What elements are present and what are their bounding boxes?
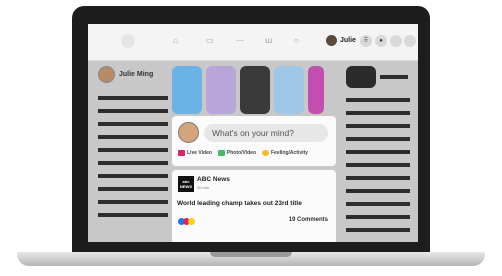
avatar: [98, 66, 115, 83]
sponsored-line: [380, 75, 408, 79]
search-icon[interactable]: [121, 34, 135, 48]
messenger-icon[interactable]: ●: [375, 35, 387, 47]
home-icon[interactable]: ⌂: [173, 36, 178, 46]
sidebar-item[interactable]: [98, 122, 168, 126]
story-tree-landscape[interactable]: [274, 66, 304, 114]
contact-item[interactable]: [346, 228, 410, 232]
live-video-button[interactable]: Live Video: [178, 150, 212, 156]
sponsored-thumbnail[interactable]: [346, 66, 376, 88]
sidebar-item[interactable]: [98, 161, 168, 165]
photo-video-icon: [217, 150, 225, 156]
post-source[interactable]: ABC News: [197, 176, 230, 183]
contact-item[interactable]: [346, 215, 410, 219]
comments-count[interactable]: 19 Comments: [289, 217, 328, 223]
account-icon[interactable]: [404, 35, 416, 47]
stories-row: [172, 66, 324, 114]
post-headline[interactable]: World leading champ takes out 23rd title: [177, 200, 302, 207]
app-screen: ⌂ ▭ ⋯ ꟺ ○ Julie ⠿ ● Julie Ming What's on…: [88, 24, 418, 242]
watch-icon[interactable]: ▭: [206, 36, 214, 46]
reaction-icons[interactable]: [178, 218, 195, 225]
contact-item[interactable]: [346, 202, 410, 206]
story-woman-purple[interactable]: [206, 66, 236, 114]
story-dog-blue[interactable]: [172, 66, 202, 114]
sidebar-item[interactable]: [98, 187, 168, 191]
marketplace-icon[interactable]: ⋯: [236, 36, 244, 46]
gaming-icon[interactable]: ○: [294, 36, 299, 46]
sidebar-item[interactable]: [98, 200, 168, 204]
sidebar-item[interactable]: [98, 96, 168, 100]
contact-item[interactable]: [346, 98, 410, 102]
live-video-icon: [178, 150, 185, 156]
top-navbar: ⌂ ▭ ⋯ ꟺ ○ Julie ⠿ ●: [88, 24, 418, 61]
profile-chip[interactable]: Julie: [326, 35, 356, 46]
contact-item[interactable]: [346, 137, 410, 141]
groups-icon[interactable]: ꟺ: [265, 36, 272, 46]
profile-name: Julie Ming: [119, 71, 154, 78]
composer: What's on your mind? Live Video Photo/Vi…: [172, 116, 336, 166]
photo-video-button[interactable]: Photo/Video: [217, 150, 256, 156]
laptop-notch: [210, 252, 292, 257]
haha-icon: [188, 218, 195, 225]
avatar: [178, 122, 199, 143]
sidebar-item[interactable]: [98, 148, 168, 152]
feeling-activity-icon: [262, 150, 269, 156]
contact-item[interactable]: [346, 163, 410, 167]
notifications-icon[interactable]: [390, 35, 402, 47]
status-input[interactable]: What's on your mind?: [204, 124, 328, 142]
abc-news-logo[interactable]: abc NEWS: [178, 176, 194, 192]
contact-item[interactable]: [346, 189, 410, 193]
sidebar-item[interactable]: [98, 174, 168, 178]
feeling-activity-button[interactable]: Feeling/Activity: [262, 150, 308, 156]
post-time: 20 min: [197, 185, 210, 190]
left-sidebar: Julie Ming: [98, 66, 168, 226]
contact-item[interactable]: [346, 111, 410, 115]
sidebar-item[interactable]: [98, 135, 168, 139]
story-flowers-pink[interactable]: [308, 66, 324, 114]
sidebar-item[interactable]: [98, 213, 168, 217]
sidebar-item[interactable]: [98, 109, 168, 113]
contact-item[interactable]: [346, 176, 410, 180]
avatar: [326, 35, 337, 46]
user-name: Julie: [340, 37, 356, 44]
sidebar-profile[interactable]: Julie Ming: [98, 66, 168, 83]
story-dog-dark[interactable]: [240, 66, 270, 114]
news-post: abc NEWS ABC News 20 min World leading c…: [172, 170, 336, 242]
contact-item[interactable]: [346, 150, 410, 154]
contact-item[interactable]: [346, 124, 410, 128]
menu-icon[interactable]: ⠿: [360, 35, 372, 47]
